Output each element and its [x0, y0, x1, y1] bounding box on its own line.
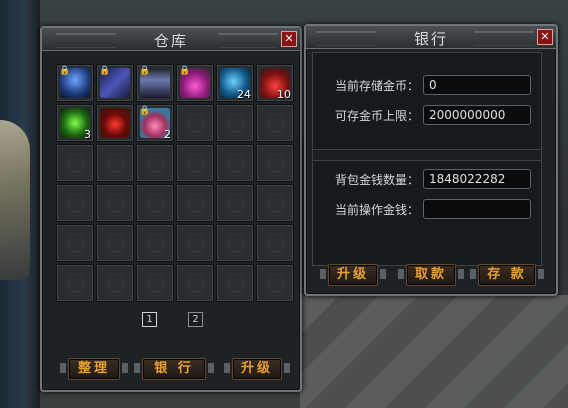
empty-slot[interactable]	[96, 224, 134, 262]
limit-row: 可存金币上限：	[313, 105, 541, 127]
lock-icon: 🔒	[139, 106, 151, 116]
section-divider	[313, 149, 541, 161]
empty-slot[interactable]	[56, 184, 94, 222]
stored-gold-label: 当前存储金币：	[334, 79, 419, 93]
deposit-button[interactable]: 存 款	[470, 264, 544, 286]
lock-icon: 🔒	[179, 66, 191, 76]
bag-money-row: 背包金钱数量：	[313, 169, 541, 191]
inventory-slot[interactable]: 🔒	[96, 64, 134, 102]
empty-slot[interactable]	[216, 144, 254, 182]
limit-field[interactable]	[423, 105, 531, 125]
inventory-slot[interactable]	[96, 104, 134, 142]
bank-titlebar: 银行 ✕	[306, 26, 556, 49]
upgrade-button[interactable]: 升级	[224, 358, 290, 380]
empty-slot[interactable]	[96, 264, 134, 302]
bank-panel: 银行 ✕ 当前存储金币： 可存金币上限： 背包金钱数量： 当前操作金钱： 升级 …	[304, 24, 558, 296]
item-quantity: 10	[277, 88, 291, 101]
empty-slot[interactable]	[256, 224, 294, 262]
inventory-slot[interactable]: 🔒 2	[136, 104, 174, 142]
lock-icon: 🔒	[59, 66, 71, 76]
empty-slot[interactable]	[136, 224, 174, 262]
lock-icon: 🔒	[99, 66, 111, 76]
empty-slot[interactable]	[56, 144, 94, 182]
withdraw-button[interactable]: 取款	[398, 264, 464, 286]
empty-slot[interactable]	[176, 144, 214, 182]
operate-money-input[interactable]	[423, 199, 531, 219]
item-quantity: 24	[237, 88, 251, 101]
limit-label: 可存金币上限：	[334, 109, 419, 123]
item-quantity: 2	[164, 128, 171, 141]
empty-slot[interactable]	[256, 264, 294, 302]
empty-slot[interactable]	[56, 224, 94, 262]
blood-drops-icon	[100, 108, 130, 138]
warehouse-grid: 🔒 🔒 🔒 🔒 24 10 3 �	[56, 64, 294, 302]
warehouse-titlebar: 仓库 ✕	[42, 28, 300, 51]
empty-slot[interactable]	[216, 264, 254, 302]
empty-slot[interactable]	[216, 184, 254, 222]
empty-slot[interactable]	[96, 184, 134, 222]
bank-close-icon[interactable]: ✕	[537, 29, 553, 45]
warehouse-title: 仓库	[153, 32, 188, 50]
page-2-button[interactable]: 2	[188, 312, 203, 327]
empty-slot[interactable]	[56, 264, 94, 302]
inventory-slot[interactable]: 10	[256, 64, 294, 102]
floor-tiles	[300, 295, 568, 408]
warehouse-close-icon[interactable]: ✕	[281, 31, 297, 47]
operate-money-row: 当前操作金钱：	[313, 199, 541, 221]
empty-slot[interactable]	[256, 144, 294, 182]
inventory-slot[interactable]: 🔒	[56, 64, 94, 102]
sort-button[interactable]: 整理	[60, 358, 128, 380]
empty-slot[interactable]	[256, 184, 294, 222]
bank-title: 银行	[413, 30, 448, 48]
empty-slot[interactable]	[136, 264, 174, 302]
empty-slot[interactable]	[216, 104, 254, 142]
character-figure	[0, 120, 30, 280]
inventory-slot[interactable]: 🔒	[176, 64, 214, 102]
inventory-slot[interactable]: 🔒	[136, 64, 174, 102]
inventory-slot[interactable]: 24	[216, 64, 254, 102]
lock-icon: 🔒	[139, 66, 151, 76]
bag-money-field[interactable]	[423, 169, 531, 189]
empty-slot[interactable]	[256, 104, 294, 142]
empty-slot[interactable]	[176, 264, 214, 302]
empty-slot[interactable]	[136, 144, 174, 182]
bank-upgrade-button[interactable]: 升级	[320, 264, 386, 286]
bank-form: 当前存储金币： 可存金币上限： 背包金钱数量： 当前操作金钱：	[312, 52, 542, 266]
inventory-slot[interactable]: 3	[56, 104, 94, 142]
bag-money-label: 背包金钱数量：	[334, 173, 419, 187]
empty-slot[interactable]	[96, 144, 134, 182]
stored-gold-field[interactable]	[423, 75, 531, 95]
bank-button[interactable]: 银 行	[134, 358, 214, 380]
empty-slot[interactable]	[136, 184, 174, 222]
page-selector: 1 2	[132, 312, 212, 328]
stored-gold-row: 当前存储金币：	[313, 75, 541, 97]
item-quantity: 3	[84, 128, 91, 141]
empty-slot[interactable]	[176, 104, 214, 142]
warehouse-panel: 仓库 ✕ 🔒 🔒 🔒 🔒 24 10 3 🔒 2 1 2 整理 银 行 升级	[40, 26, 302, 392]
empty-slot[interactable]	[176, 184, 214, 222]
empty-slot[interactable]	[216, 224, 254, 262]
empty-slot[interactable]	[176, 224, 214, 262]
operate-money-label: 当前操作金钱：	[334, 203, 419, 217]
page-1-button[interactable]: 1	[142, 312, 157, 327]
